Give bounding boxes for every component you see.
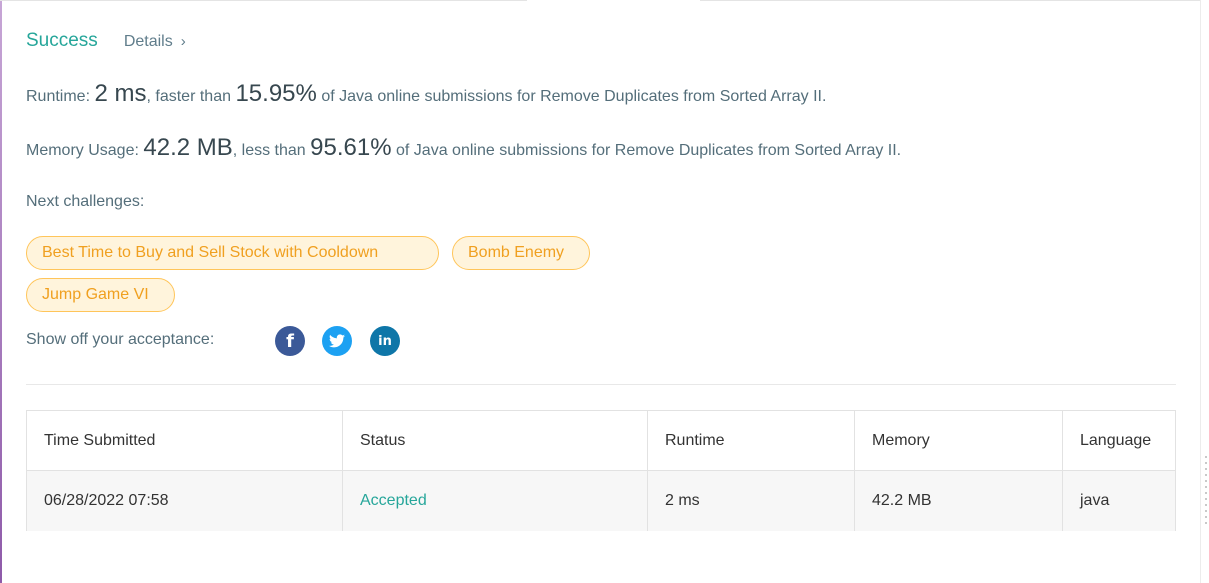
top-border-right [700, 0, 1200, 1]
header-time-submitted[interactable]: Time Submitted [27, 411, 343, 470]
section-divider [26, 384, 1176, 385]
twitter-bird-icon [329, 334, 345, 348]
memory-comparison: , less than [232, 142, 306, 159]
challenge-tag[interactable]: Best Time to Buy and Sell Stock with Coo… [26, 236, 439, 270]
submission-result-page: Success Details › Runtime: 2 ms, faster t… [0, 0, 1209, 583]
runtime-percent: 15.95% [235, 80, 317, 107]
cell-runtime: 2 ms [648, 471, 855, 531]
top-border-left [0, 0, 527, 1]
cell-language: java [1080, 492, 1110, 509]
linkedin-icon[interactable]: in [370, 326, 400, 356]
share-label: Show off your acceptance: [26, 331, 215, 348]
memory-percent: 95.61% [310, 134, 392, 161]
header-runtime[interactable]: Runtime [648, 411, 855, 470]
runtime-suffix: of Java online submissions for Remove Du… [321, 88, 827, 105]
challenge-tag[interactable]: Bomb Enemy [452, 236, 590, 270]
table-header-row: Time Submitted Status Runtime Memory Lan… [27, 411, 1175, 471]
twitter-icon[interactable] [322, 326, 352, 356]
header-memory[interactable]: Memory [855, 411, 1063, 470]
memory-suffix: of Java online submissions for Remove Du… [396, 142, 902, 159]
runtime-value: 2 ms [94, 80, 147, 107]
runtime-label: Runtime: [26, 88, 91, 105]
header-status[interactable]: Status [343, 411, 648, 470]
challenge-tag[interactable]: Jump Game VI [26, 278, 175, 312]
details-label: Details [123, 33, 173, 50]
next-challenges-label: Next challenges: [26, 193, 145, 210]
cell-time-submitted: 06/28/2022 07:58 [27, 471, 343, 531]
resize-handle[interactable] [1205, 456, 1207, 528]
table-row: 06/28/2022 07:58 Accepted 2 ms 42.2 MB j… [27, 471, 1175, 531]
right-border [1200, 0, 1201, 583]
runtime-comparison: , faster than [146, 88, 232, 105]
status-success: Success [26, 30, 98, 51]
details-link[interactable]: Details › [124, 33, 186, 51]
memory-label: Memory Usage: [26, 142, 139, 159]
runtime-stat: Runtime: 2 ms, faster than 15.95% of Jav… [26, 80, 826, 108]
result-header: Success Details › [26, 30, 186, 52]
memory-stat: Memory Usage: 42.2 MB, less than 95.61% … [26, 134, 901, 162]
cell-status-accepted[interactable]: Accepted [343, 471, 648, 531]
header-language[interactable]: Language [1063, 411, 1175, 470]
left-accent-bar [0, 0, 2, 583]
facebook-icon[interactable]: f [275, 326, 305, 356]
cell-memory: 42.2 MB [855, 471, 1063, 531]
chevron-right-icon: › [180, 33, 186, 50]
submissions-table: Time Submitted Status Runtime Memory Lan… [26, 410, 1176, 531]
memory-value: 42.2 MB [143, 134, 233, 161]
